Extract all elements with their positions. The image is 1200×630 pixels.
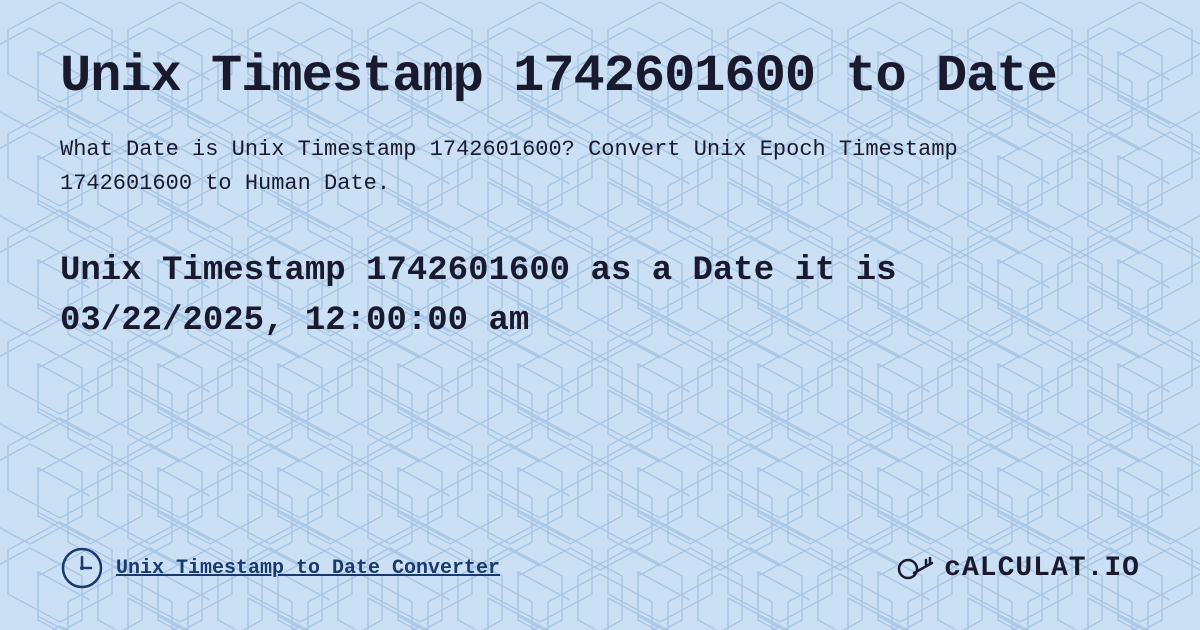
page-title: Unix Timestamp 1742601600 to Date	[60, 48, 1140, 105]
result-section: Unix Timestamp 1742601600 as a Date it i…	[60, 237, 1140, 536]
logo-text: cALCULAT.IO	[944, 553, 1140, 584]
footer: Unix Timestamp to Date Converter cALCULA…	[60, 536, 1140, 590]
footer-link[interactable]: Unix Timestamp to Date Converter	[116, 557, 500, 580]
top-section: Unix Timestamp 1742601600 to Date What D…	[60, 48, 1140, 237]
logo-area: cALCULAT.IO	[894, 547, 1140, 589]
clock-icon	[60, 546, 104, 590]
page-content: Unix Timestamp 1742601600 to Date What D…	[0, 0, 1200, 630]
footer-left[interactable]: Unix Timestamp to Date Converter	[60, 546, 500, 590]
logo-icon	[894, 547, 936, 589]
result-text: Unix Timestamp 1742601600 as a Date it i…	[60, 247, 1010, 346]
description-text: What Date is Unix Timestamp 1742601600? …	[60, 133, 960, 201]
